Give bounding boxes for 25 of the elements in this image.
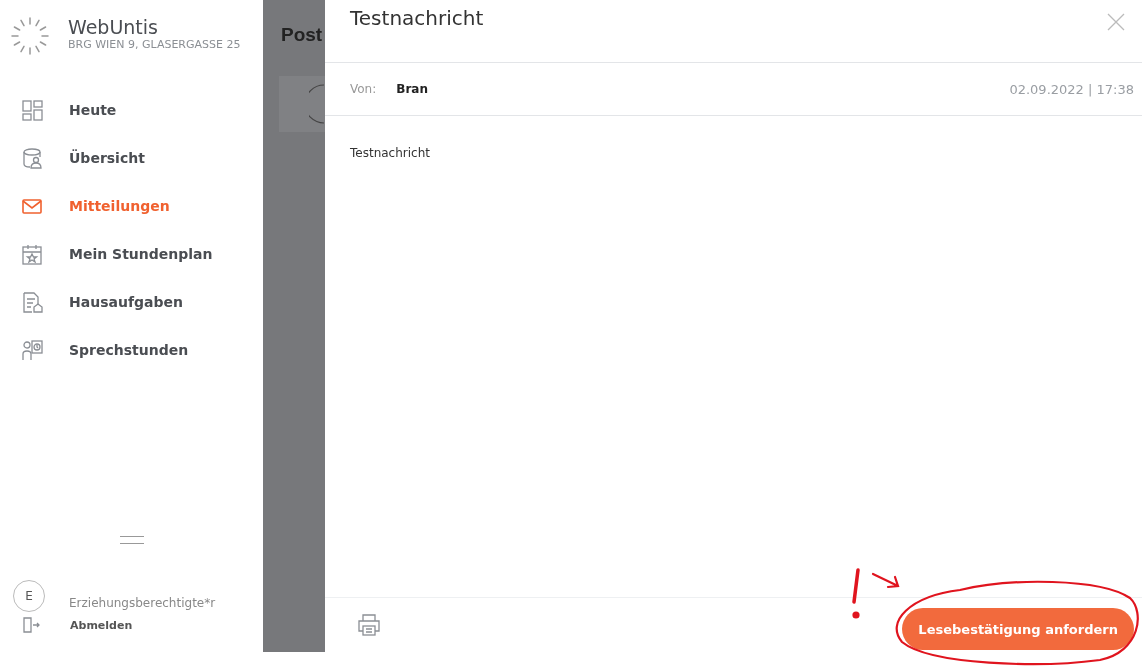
nav-item[interactable]: Hausaufgaben: [0, 278, 263, 326]
nav-item[interactable]: Mein Stundenplan: [0, 230, 263, 278]
print-button[interactable]: [357, 613, 381, 637]
homework-icon: [22, 291, 43, 313]
nav-item[interactable]: Heute: [0, 86, 263, 134]
close-icon: [1106, 12, 1126, 32]
office-hours-icon: [22, 339, 43, 361]
nav-item[interactable]: Sprechstunden: [0, 326, 263, 374]
from-label: Von:: [350, 82, 377, 96]
app-name: WebUntis: [68, 16, 159, 38]
school-name: BRG WIEN 9, GLASERGASSE 25: [68, 38, 242, 52]
drag-handle-icon[interactable]: [119, 536, 144, 544]
logout-door-icon: [22, 616, 40, 634]
page-title: Post: [281, 24, 323, 46]
spinner-logo-icon: [10, 16, 50, 56]
logout-link[interactable]: Abmelden: [70, 618, 133, 632]
dialog-title: Testnachricht: [350, 6, 484, 30]
message-date: 02.09.2022 | 17:38: [1009, 81, 1134, 97]
timetable-icon: [22, 243, 43, 265]
sender-name: Bran: [396, 82, 428, 96]
overview-icon: [22, 147, 43, 169]
nav-item[interactable]: Übersicht: [0, 134, 263, 182]
today-icon: [22, 99, 43, 121]
message-body: Testnachricht: [350, 146, 430, 160]
user-role: Erziehungsberechtigte*r: [69, 596, 216, 610]
